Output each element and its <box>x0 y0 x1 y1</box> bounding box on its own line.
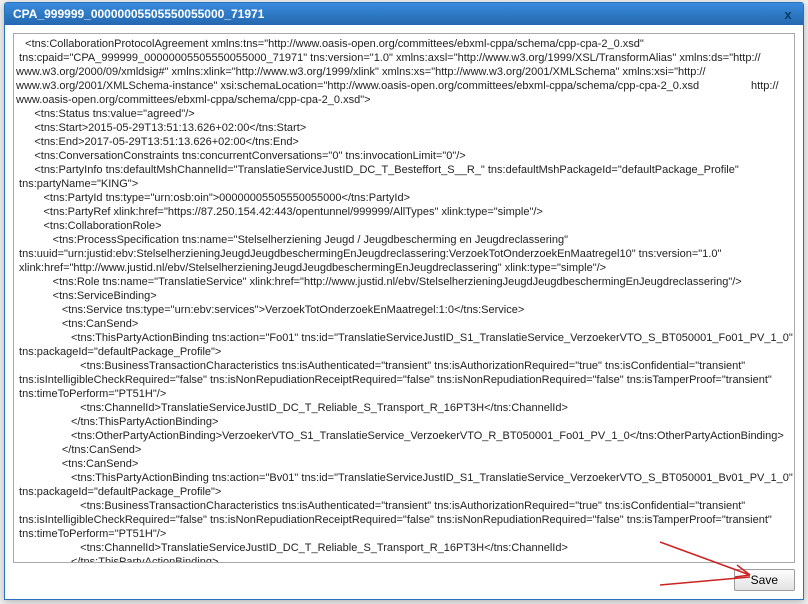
dialog-window: CPA_999999_00000005505550055000_71971 x … <box>4 2 804 600</box>
xml-textarea[interactable] <box>13 33 795 563</box>
dialog-titlebar[interactable]: CPA_999999_00000005505550055000_71971 x <box>5 3 803 25</box>
save-button[interactable]: Save <box>734 569 795 591</box>
dialog-title: CPA_999999_00000005505550055000_71971 <box>13 7 264 21</box>
button-row: Save <box>13 569 795 591</box>
close-icon[interactable]: x <box>781 7 795 22</box>
dialog-content: Save <box>5 25 803 599</box>
